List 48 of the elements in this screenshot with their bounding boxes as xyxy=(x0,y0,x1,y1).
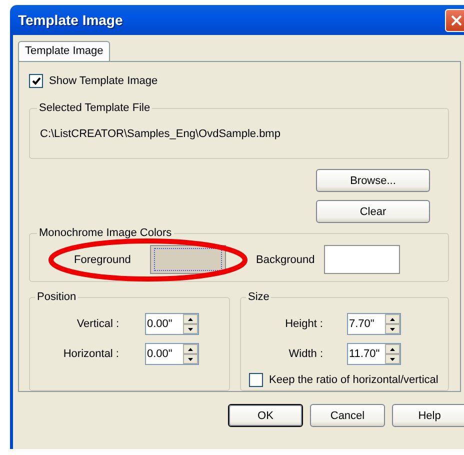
checkbox-label[interactable]: Keep the ratio of horizontal/vertical xyxy=(269,374,438,386)
window-title: Template Image xyxy=(18,12,123,28)
spin-up-button[interactable] xyxy=(385,344,400,354)
up-arrow-icon xyxy=(188,318,193,320)
file-path: C:\ListCREATOR\Samples_Eng\OvdSample.bmp xyxy=(40,127,282,142)
file-button[interactable]: Clear xyxy=(316,200,430,223)
field-label: Height : xyxy=(284,318,324,330)
group-title: Position xyxy=(36,291,78,303)
spin-down-button[interactable] xyxy=(183,354,198,364)
dialog-button[interactable]: Help xyxy=(392,404,464,427)
color-swatch[interactable] xyxy=(324,245,400,274)
group-title: Monochrome Image Colors xyxy=(38,227,173,239)
spin-up-button[interactable] xyxy=(183,344,198,354)
field-label: Vertical : xyxy=(76,318,120,330)
field-label: Width : xyxy=(288,348,324,360)
spin-field[interactable]: 0.00" xyxy=(145,313,199,335)
field-label: Horizontal : xyxy=(62,348,120,360)
spin-field[interactable]: 11.70" xyxy=(347,343,401,365)
group-title: Selected Template File xyxy=(38,102,152,114)
dialog-button[interactable]: OK xyxy=(228,404,303,427)
checkbox[interactable] xyxy=(249,373,263,387)
checkmark-icon xyxy=(32,77,40,85)
close-button[interactable] xyxy=(445,8,464,32)
spin-down-button[interactable] xyxy=(183,324,198,334)
spin-field[interactable]: 7.70" xyxy=(347,313,401,335)
down-arrow-icon xyxy=(188,328,193,330)
spin-up-button[interactable] xyxy=(385,314,400,324)
group-title: Size xyxy=(247,291,270,303)
color-label: Foreground xyxy=(74,254,132,266)
down-arrow-icon xyxy=(390,358,395,360)
up-arrow-icon xyxy=(188,348,193,350)
spin-field[interactable]: 0.00" xyxy=(145,343,199,365)
dialog-button[interactable]: Cancel xyxy=(310,404,385,427)
focus-outline xyxy=(154,248,222,271)
up-arrow-icon xyxy=(390,318,395,320)
color-label: Background xyxy=(256,254,316,266)
spin-down-button[interactable] xyxy=(385,324,400,334)
down-arrow-icon xyxy=(188,358,193,360)
up-arrow-icon xyxy=(390,348,395,350)
checkbox-label[interactable]: Show Template Image xyxy=(49,75,158,87)
checkbox[interactable] xyxy=(29,74,43,88)
file-button[interactable]: Browse... xyxy=(316,169,430,192)
tab[interactable]: Template Image xyxy=(18,41,110,61)
close-icon xyxy=(451,14,462,26)
color-swatch[interactable] xyxy=(150,245,226,274)
spin-up-button[interactable] xyxy=(183,314,198,324)
spin-down-button[interactable] xyxy=(385,354,400,364)
down-arrow-icon xyxy=(390,328,395,330)
